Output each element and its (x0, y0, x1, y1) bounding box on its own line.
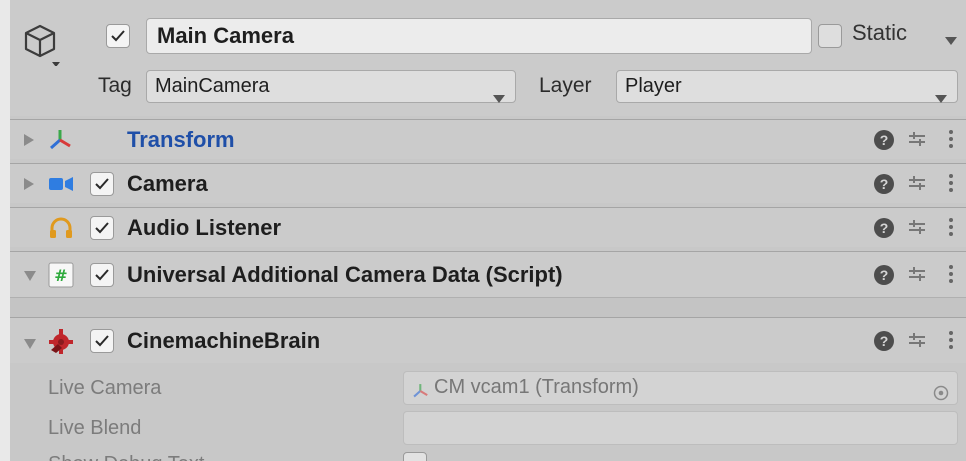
inspector-panel: Main Camera Static Tag MainCamera Layer … (10, 0, 966, 461)
tag-value: MainCamera (155, 75, 270, 97)
presets-icon[interactable] (908, 331, 926, 354)
component-universal-additional-camera-data[interactable]: # Universal Additional Camera Data (Scri… (10, 251, 966, 297)
gameobject-icon[interactable] (24, 22, 62, 67)
gameobject-header: Main Camera Static Tag MainCamera Layer … (10, 0, 966, 116)
enabled-checkbox[interactable] (90, 329, 114, 353)
component-divider (10, 297, 966, 317)
static-label: Static (852, 20, 908, 45)
cinemachine-brain-properties: Live Camera CM vcam1 (Transform) Live Bl… (10, 363, 966, 461)
active-checkbox[interactable] (106, 24, 130, 48)
enabled-checkbox[interactable] (90, 263, 114, 287)
component-title: Universal Additional Camera Data (Script… (127, 262, 563, 287)
presets-icon[interactable] (908, 265, 926, 288)
layer-value: Player (625, 75, 682, 97)
show-debug-text-checkbox[interactable] (403, 452, 427, 461)
more-options-icon[interactable] (948, 263, 954, 290)
camera-icon (48, 172, 74, 196)
component-title: Transform (127, 127, 235, 152)
static-dropdown-arrow-icon[interactable] (945, 32, 957, 50)
help-icon[interactable]: ? (874, 265, 894, 285)
component-title: Camera (127, 171, 208, 196)
component-cinemachine-brain[interactable]: CinemachineBrain ? (10, 317, 966, 363)
component-title: Audio Listener (127, 215, 282, 240)
presets-icon[interactable] (908, 130, 926, 153)
foldout-collapsed-icon[interactable] (24, 133, 34, 151)
foldout-collapsed-icon[interactable] (24, 177, 34, 195)
component-title: CinemachineBrain (127, 328, 321, 353)
chevron-down-icon (493, 82, 505, 112)
svg-text:#: # (54, 266, 67, 285)
headphones-icon (48, 216, 74, 240)
component-audio-listener[interactable]: Audio Listener ? (10, 207, 966, 247)
help-icon[interactable]: ? (874, 218, 894, 238)
foldout-expanded-icon[interactable] (24, 268, 36, 286)
gameobject-name-field[interactable]: Main Camera (146, 18, 812, 54)
component-camera[interactable]: Camera ? (10, 163, 966, 203)
script-icon: # (48, 262, 74, 288)
transform-icon (412, 379, 430, 410)
help-icon[interactable]: ? (874, 130, 894, 150)
enabled-checkbox[interactable] (90, 172, 114, 196)
help-icon[interactable]: ? (874, 174, 894, 194)
show-debug-text-label: Show Debug Text (48, 453, 204, 461)
chevron-down-icon (935, 82, 947, 112)
live-camera-field[interactable]: CM vcam1 (Transform) (403, 371, 958, 405)
component-transform[interactable]: Transform ? (10, 119, 966, 159)
transform-icon (48, 128, 74, 152)
cinemachine-icon (48, 328, 74, 354)
presets-icon[interactable] (908, 218, 926, 241)
more-options-icon[interactable] (948, 172, 954, 199)
enabled-checkbox[interactable] (90, 216, 114, 240)
layer-label: Layer (539, 74, 592, 97)
presets-icon[interactable] (908, 174, 926, 197)
help-icon[interactable]: ? (874, 331, 894, 351)
static-checkbox[interactable] (818, 24, 842, 48)
tag-label: Tag (98, 74, 132, 97)
live-camera-value: CM vcam1 (Transform) (434, 376, 639, 398)
live-blend-label: Live Blend (48, 417, 142, 439)
layer-dropdown[interactable]: Player (616, 70, 958, 103)
more-options-icon[interactable] (948, 128, 954, 155)
more-options-icon[interactable] (948, 329, 954, 356)
live-camera-label: Live Camera (48, 377, 162, 399)
object-picker-icon[interactable] (933, 380, 949, 411)
tag-dropdown[interactable]: MainCamera (146, 70, 516, 103)
live-blend-field[interactable] (403, 411, 958, 445)
more-options-icon[interactable] (948, 216, 954, 243)
foldout-expanded-icon[interactable] (24, 336, 36, 354)
